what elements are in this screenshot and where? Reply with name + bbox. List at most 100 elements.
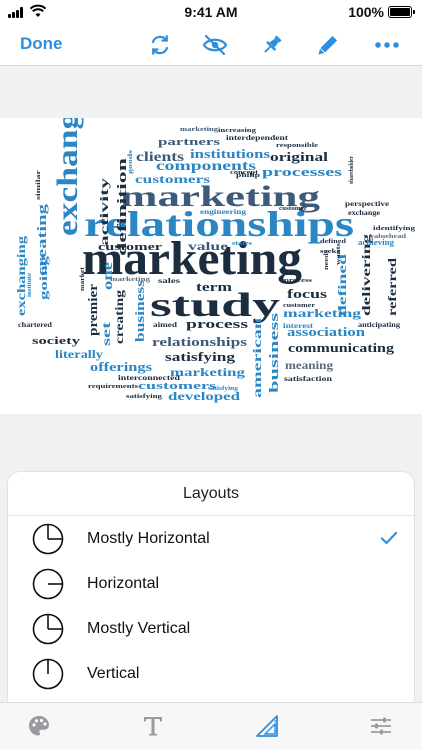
- cloud-word: processes: [262, 164, 342, 179]
- vertical-icon: [32, 658, 64, 690]
- cloud-word: creating: [112, 290, 126, 344]
- text-icon: [144, 717, 162, 736]
- bottom-tab-bar: [0, 702, 422, 750]
- cloud-word: american: [250, 317, 264, 398]
- cloud-word: exchange: [348, 209, 380, 217]
- layout-option-label: Horizontal: [87, 574, 160, 592]
- cloud-word: literally: [55, 347, 103, 361]
- more-icon[interactable]: [372, 30, 402, 60]
- battery-percent: 100%: [348, 4, 384, 20]
- cloud-word: satisfaction: [284, 375, 332, 383]
- cloud-word: exchanging: [14, 236, 28, 316]
- pen-icon[interactable]: [313, 30, 343, 60]
- cloud-word: focus: [287, 286, 327, 301]
- cloud-word: interconnected: [118, 374, 180, 382]
- cloud-word: satisfying: [208, 386, 238, 392]
- status-bar: 9:41 AM 100%: [0, 0, 422, 24]
- cloud-word: set: [99, 322, 113, 346]
- cloud-word: meaning: [285, 358, 333, 372]
- cloud-word: goods: [128, 149, 134, 174]
- cloud-word: marketing: [180, 127, 218, 133]
- cloud-word: going: [38, 255, 50, 300]
- cloud-word: activity: [97, 178, 111, 246]
- mostly-horizontal-icon: [32, 523, 64, 555]
- cloud-word: offerings: [90, 359, 152, 374]
- cloud-word: process: [284, 278, 313, 284]
- cloud-word: aimed: [153, 321, 177, 329]
- cloud-word: perspective: [345, 200, 389, 208]
- cloud-word: chartered: [18, 321, 52, 329]
- cloud-word: institute: [27, 273, 33, 297]
- cloud-word: process: [186, 316, 248, 331]
- cloud-word: satisfying: [126, 394, 162, 400]
- cloud-word: clients: [136, 150, 185, 165]
- cloud-word: original: [270, 149, 329, 164]
- pin-icon[interactable]: [257, 30, 287, 60]
- cloud-word: customers: [135, 172, 210, 186]
- cloud-word: exchange: [51, 118, 84, 236]
- triangle-ruler-icon: [256, 715, 278, 737]
- tab-palette[interactable]: [24, 711, 54, 741]
- cloud-word: business: [132, 280, 147, 342]
- cloud-word: seeks: [320, 249, 341, 255]
- cloud-word: shareholder: [349, 156, 355, 184]
- sliders-icon: [371, 717, 391, 735]
- cloud-word: business: [266, 313, 281, 393]
- cloud-word: similar: [36, 169, 42, 200]
- layout-option-mostly-horizontal[interactable]: Mostly Horizontal: [8, 516, 414, 561]
- layout-option-label: Vertical: [87, 664, 140, 682]
- cloud-word: requirements: [88, 384, 139, 390]
- cloud-word: one: [101, 262, 116, 290]
- word-cloud-canvas[interactable]: marketing relationships marketing study exch…: [0, 118, 422, 414]
- mostly-vertical-icon: [32, 613, 64, 645]
- word-cloud: marketingrelationshipsmarketingstudyexch…: [14, 118, 415, 403]
- palette-icon: [29, 716, 49, 736]
- cloud-word: increasing: [218, 128, 256, 134]
- tab-layout[interactable]: [252, 711, 282, 741]
- cloud-word: term: [196, 279, 232, 294]
- cloud-word: customer: [283, 303, 315, 309]
- cloud-word: concept: [230, 170, 258, 176]
- cloud-word: interdependent: [226, 134, 289, 142]
- top-toolbar: Done: [0, 24, 422, 66]
- cloud-word: referred: [385, 258, 399, 316]
- cloud-word: customer: [279, 206, 307, 212]
- cloud-word: marketing: [170, 365, 245, 379]
- refresh-icon[interactable]: [145, 30, 175, 60]
- cloud-word: anticipating: [358, 321, 401, 329]
- cloud-word: partners: [158, 136, 221, 148]
- layout-option-horizontal[interactable]: Horizontal: [8, 561, 414, 606]
- cloud-word: engineering: [200, 208, 247, 216]
- layout-option-label: Mostly Horizontal: [87, 529, 210, 547]
- cloud-word: marketing: [110, 277, 150, 283]
- cloud-word: communicating: [288, 340, 395, 355]
- layout-option-label: Mostly Vertical: [87, 619, 191, 637]
- cloud-word: identifying: [373, 226, 415, 232]
- battery-level-fill: [390, 8, 410, 16]
- cloud-word: sales: [158, 277, 180, 285]
- cloud-word: value: [188, 239, 229, 253]
- cloud-word: states: [232, 241, 253, 247]
- cloud-word: market: [80, 267, 86, 291]
- checkmark-icon: [380, 531, 398, 545]
- cloud-word: society: [32, 335, 81, 347]
- tab-font[interactable]: [138, 711, 168, 741]
- horizontal-icon: [32, 568, 64, 600]
- sheet-title: Layouts: [8, 472, 414, 516]
- cloud-word: responsible: [276, 143, 318, 149]
- battery-icon: [388, 6, 415, 18]
- cloud-word: customer: [98, 241, 162, 253]
- cloud-word: interest: [283, 322, 314, 330]
- tab-settings[interactable]: [366, 711, 396, 741]
- cloud-word: valuehead: [370, 234, 407, 240]
- layouts-sheet: Layouts Mostly Horizontal Horizontal Mos…: [8, 472, 414, 702]
- eye-slash-icon[interactable]: [200, 30, 230, 60]
- layout-option-mostly-vertical[interactable]: Mostly Vertical: [8, 606, 414, 651]
- cloud-word: premier: [85, 284, 100, 336]
- cloud-word: relationships: [152, 334, 247, 349]
- cloud-word: defined: [320, 239, 347, 245]
- cloud-word: satisfying: [165, 349, 236, 364]
- cloud-word: institutions: [190, 146, 270, 161]
- done-button[interactable]: Done: [20, 34, 63, 54]
- layout-option-vertical[interactable]: Vertical: [8, 651, 414, 696]
